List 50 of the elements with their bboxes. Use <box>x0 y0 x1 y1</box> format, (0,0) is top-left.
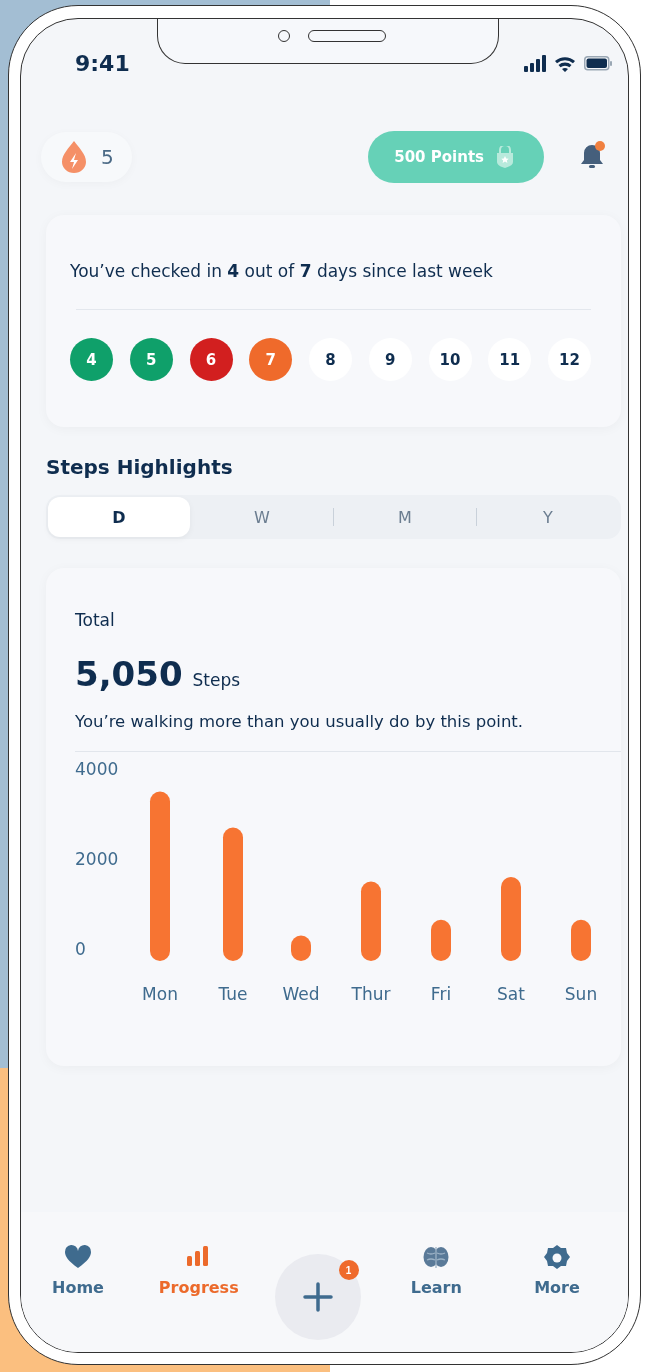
chart-bar <box>291 935 311 961</box>
y-axis-label: 4000 <box>75 759 119 779</box>
flame-drop-icon <box>59 140 89 174</box>
nav-tab[interactable]: More <box>512 1244 602 1297</box>
streak-count: 5 <box>101 145 114 169</box>
total-label: Total <box>75 610 116 630</box>
period-tab[interactable]: D <box>48 497 190 537</box>
period-tab[interactable]: M <box>334 497 476 537</box>
wifi-icon <box>554 54 576 72</box>
settings-icon <box>543 1244 571 1270</box>
nav-tab[interactable]: Home <box>33 1244 123 1297</box>
day-circle: 4 <box>70 338 113 381</box>
x-axis-label: Fri <box>430 984 452 1004</box>
chart-bar <box>431 919 451 961</box>
shield-lock-icon <box>496 145 514 169</box>
x-axis-label: Wed <box>282 984 320 1004</box>
signal-icon <box>524 54 546 72</box>
x-axis-label: Sat <box>497 984 525 1004</box>
nav-tab[interactable]: Learn <box>391 1244 482 1297</box>
day-circle: 11 <box>488 338 532 381</box>
x-axis-label: Mon <box>142 984 178 1004</box>
notification-badge: 1 <box>338 1260 359 1280</box>
y-axis-label: 2000 <box>75 849 119 869</box>
day-circle: 7 <box>249 338 293 381</box>
day-circle: 5 <box>129 338 173 381</box>
brain-icon <box>422 1244 451 1270</box>
day-circle: 12 <box>548 338 591 381</box>
steps-unit: Steps <box>192 670 241 690</box>
steps-message: You’re walking more than you usually do by this point. <box>75 712 525 731</box>
steps-total: 5,050 <box>75 654 183 694</box>
heart-icon <box>64 1244 92 1270</box>
period-tab[interactable]: Y <box>477 497 619 537</box>
x-axis-label: Thur <box>351 984 391 1004</box>
section-title: Steps Highlights <box>46 455 234 479</box>
x-axis-label: Sun <box>564 984 598 1004</box>
battery-icon <box>584 55 612 71</box>
day-circle: 8 <box>309 338 352 381</box>
bell-icon[interactable] <box>578 141 606 169</box>
y-axis-label: 0 <box>75 939 86 959</box>
day-circle: 6 <box>189 338 233 381</box>
add-button[interactable]: 1 <box>274 1254 361 1340</box>
period-tab[interactable]: W <box>191 497 333 537</box>
x-axis-label: Tue <box>218 984 248 1004</box>
plus-icon <box>302 1282 333 1312</box>
day-circle: 10 <box>428 338 472 381</box>
chart-bar <box>571 919 591 961</box>
day-circle: 9 <box>368 338 412 381</box>
nav-tab[interactable]: Progress <box>153 1244 244 1297</box>
status-time: 9:41 <box>75 50 130 76</box>
checkin-message: You’ve checked in 4 out of 7 days since last week <box>70 261 494 281</box>
